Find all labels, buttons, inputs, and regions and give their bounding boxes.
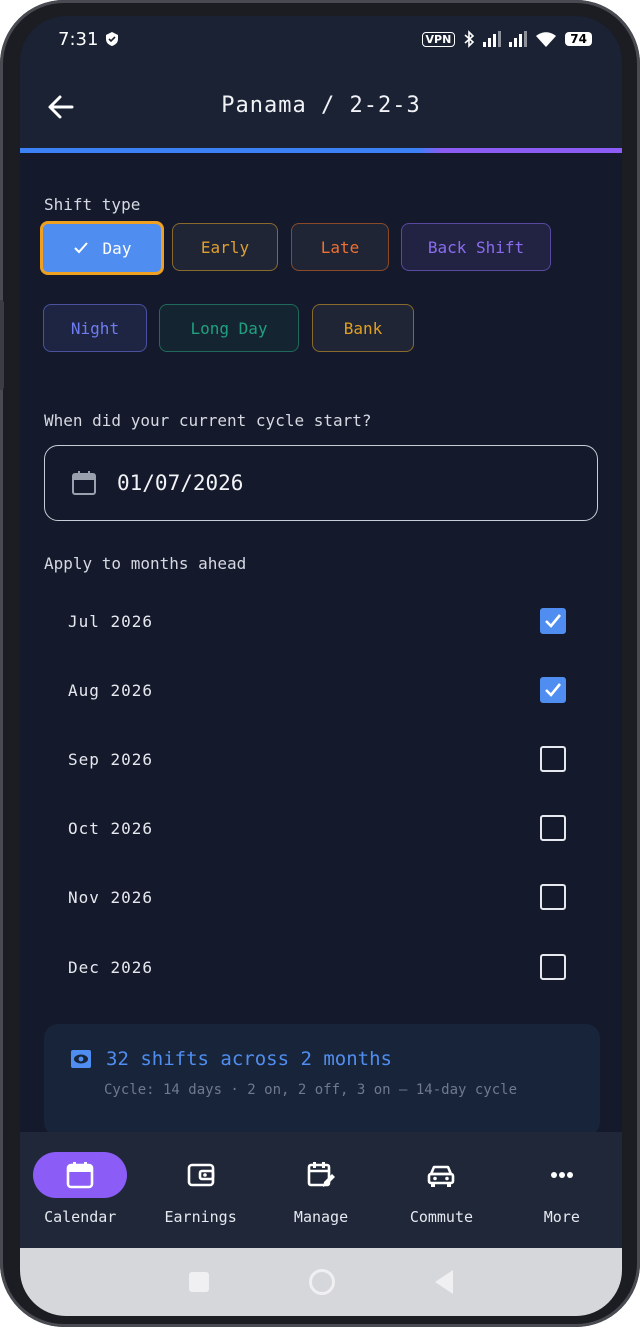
check-icon (73, 242, 88, 254)
recents-button[interactable] (189, 1272, 209, 1292)
status-time: 7:31 (58, 28, 99, 50)
cycle-start-label: When did your current cycle start? (44, 411, 372, 430)
calendar-edit-icon (307, 1162, 336, 1187)
month-row-aug[interactable]: Aug 2026 (44, 667, 598, 713)
phone-frame: 7:31 VPN 74 Panama / 2-2-3 Shift type Da… (0, 0, 640, 1327)
wifi-icon (536, 32, 557, 47)
more-icon (550, 1172, 573, 1178)
month-row-nov[interactable]: Nov 2026 (44, 874, 598, 920)
volume-button (0, 300, 4, 390)
chip-back-shift[interactable]: Back Shift (401, 223, 551, 271)
month-checkbox-sep[interactable] (540, 746, 566, 772)
summary-headline: 32 shifts across 2 months (106, 1048, 392, 1070)
month-row-jul[interactable]: Jul 2026 (44, 598, 598, 644)
system-nav-bar (20, 1248, 622, 1316)
nav-manage[interactable]: Manage (261, 1132, 381, 1248)
month-checkbox-dec[interactable] (540, 954, 566, 980)
month-row-sep[interactable]: Sep 2026 (44, 736, 598, 782)
month-checkbox-jul[interactable] (540, 608, 566, 634)
chip-long-day[interactable]: Long Day (159, 304, 299, 352)
back-arrow-icon[interactable] (46, 92, 76, 122)
months-ahead-label: Apply to months ahead (44, 554, 247, 573)
cycle-start-value: 01/07/2026 (117, 471, 244, 495)
nav-earnings[interactable]: Earnings (140, 1132, 260, 1248)
chip-day[interactable]: Day (40, 221, 164, 275)
vpn-badge: VPN (421, 31, 456, 47)
month-checkbox-oct[interactable] (540, 815, 566, 841)
page-title: Panama / 2-2-3 (221, 92, 421, 118)
shift-type-label: Shift type (44, 195, 141, 214)
wallet-icon (187, 1163, 214, 1187)
back-button[interactable] (435, 1270, 453, 1294)
cycle-start-date-field[interactable]: 01/07/2026 (44, 445, 598, 521)
check-icon (545, 614, 562, 628)
chip-night[interactable]: Night (43, 304, 147, 352)
bottom-nav: Calendar Earnings Manage Commute More (20, 1132, 622, 1248)
month-row-oct[interactable]: Oct 2026 (44, 805, 598, 851)
nav-commute[interactable]: Commute (381, 1132, 501, 1248)
summary-card: 32 shifts across 2 months Cycle: 14 days… (44, 1024, 600, 1136)
battery-icon: 74 (565, 32, 592, 46)
signal-icon-2 (509, 31, 528, 47)
chip-bank[interactable]: Bank (312, 304, 414, 352)
eye-icon (71, 1050, 91, 1068)
car-icon (428, 1165, 455, 1187)
check-icon (545, 683, 562, 697)
nav-more[interactable]: More (502, 1132, 622, 1248)
signal-icon (483, 31, 502, 47)
home-button[interactable] (309, 1269, 335, 1295)
status-bar: 7:31 VPN 74 (20, 16, 622, 62)
app-bar: Panama / 2-2-3 (20, 62, 622, 148)
chip-early[interactable]: Early (172, 223, 278, 271)
bluetooth-icon (464, 30, 475, 48)
content: Shift type Day Early Late Back Shift Nig… (20, 153, 622, 1136)
month-row-dec[interactable]: Dec 2026 (44, 944, 598, 990)
screen: 7:31 VPN 74 Panama / 2-2-3 Shift type Da… (20, 16, 622, 1316)
calendar-icon (72, 471, 96, 495)
nav-calendar[interactable]: Calendar (20, 1132, 140, 1248)
month-checkbox-aug[interactable] (540, 677, 566, 703)
summary-detail: Cycle: 14 days · 2 on, 2 off, 3 on — 14-… (104, 1082, 518, 1098)
shield-check-icon (106, 32, 119, 46)
month-checkbox-nov[interactable] (540, 884, 566, 910)
calendar-icon (66, 1162, 94, 1189)
chip-late[interactable]: Late (291, 223, 389, 271)
